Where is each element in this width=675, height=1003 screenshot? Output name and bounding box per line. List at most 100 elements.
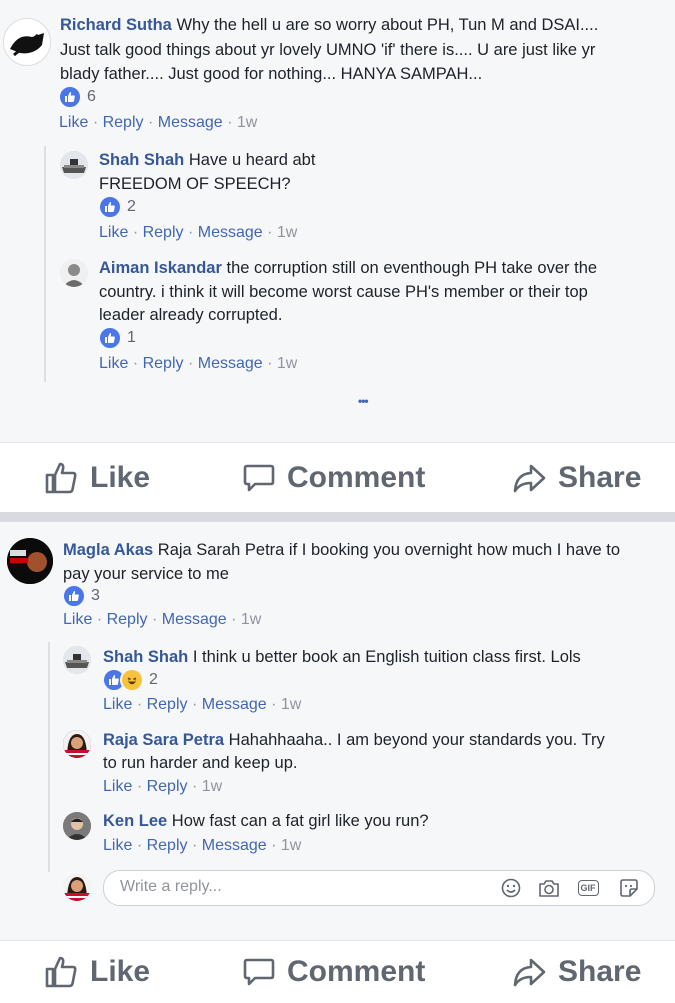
reaction-summary[interactable]: 3 bbox=[62, 584, 100, 608]
reply-composer: GIF bbox=[103, 870, 655, 906]
reply-actions: Like · Reply · Message · 1w bbox=[99, 355, 298, 372]
comment-text-line: blady father.... Just good for nothing..… bbox=[60, 65, 483, 83]
haha-reaction-icon bbox=[120, 668, 144, 692]
like-reaction-icon bbox=[58, 85, 82, 109]
reaction-summary[interactable]: 2 bbox=[102, 668, 158, 692]
reply-link[interactable]: Reply bbox=[147, 778, 188, 795]
timestamp[interactable]: 1w bbox=[237, 114, 257, 131]
reply-text-line: Raja Sara Petra Hahahhaaha.. I am beyond… bbox=[103, 731, 605, 749]
thumbs-up-icon bbox=[45, 462, 77, 494]
reply-text-line: Shah Shah I think u better book an Engli… bbox=[103, 648, 581, 666]
message-link[interactable]: Message bbox=[202, 837, 267, 854]
reply-actions: Like · Reply · 1w bbox=[103, 778, 223, 795]
timestamp[interactable]: 1w bbox=[202, 778, 222, 795]
reply-link[interactable]: Reply bbox=[143, 224, 184, 241]
reply-actions: Like · Reply · Message · 1w bbox=[103, 837, 302, 854]
comment-section-1: Richard Sutha Why the hell u are so worr… bbox=[0, 0, 675, 440]
post-divider bbox=[0, 512, 675, 522]
thumbs-up-icon bbox=[45, 956, 77, 988]
like-reaction-icon bbox=[98, 195, 122, 219]
comment-author[interactable]: Magla Akas bbox=[63, 541, 153, 559]
message-link[interactable]: Message bbox=[198, 355, 263, 372]
avatar-shah-shah[interactable] bbox=[60, 151, 88, 179]
message-link[interactable]: Message bbox=[202, 696, 267, 713]
reply-text-line: leader already corrupted. bbox=[99, 306, 283, 324]
like-link[interactable]: Like bbox=[59, 114, 88, 131]
timestamp[interactable]: 1w bbox=[277, 355, 297, 372]
comment-text-line: Magla Akas Raja Sarah Petra if I booking… bbox=[63, 541, 621, 559]
avatar-ken-lee[interactable] bbox=[63, 812, 91, 840]
reply-link[interactable]: Reply bbox=[103, 114, 144, 131]
comment-action-button[interactable]: Comment bbox=[243, 955, 425, 989]
sticker-icon[interactable] bbox=[618, 877, 640, 899]
comment-bubble-icon bbox=[243, 464, 275, 492]
like-reaction-icon bbox=[62, 584, 86, 608]
camera-icon[interactable] bbox=[538, 877, 560, 899]
post-action-bar: Like Comment Share bbox=[0, 940, 675, 1003]
like-link[interactable]: Like bbox=[63, 611, 92, 628]
reply-author[interactable]: Ken Lee bbox=[103, 812, 167, 830]
timestamp[interactable]: 1w bbox=[281, 837, 301, 854]
like-link[interactable]: Like bbox=[99, 355, 128, 372]
comment-actions: Like · Reply · Message · 1w bbox=[63, 611, 262, 628]
avatar-aiman-iskandar[interactable] bbox=[60, 259, 88, 287]
like-action-button[interactable]: Like bbox=[44, 461, 150, 495]
comment-bubble-icon bbox=[243, 958, 275, 986]
avatar-shah-shah[interactable] bbox=[63, 646, 91, 674]
reply-text-line: country. i think it will become worst ca… bbox=[99, 283, 588, 301]
reaction-count: 2 bbox=[127, 198, 136, 215]
more-replies-button[interactable]: ••• bbox=[358, 394, 369, 408]
message-link[interactable]: Message bbox=[162, 611, 227, 628]
share-arrow-icon bbox=[513, 464, 546, 493]
reply-author[interactable]: Raja Sara Petra bbox=[103, 731, 224, 749]
avatar-raja-sara-petra[interactable] bbox=[63, 730, 91, 758]
message-link[interactable]: Message bbox=[198, 224, 263, 241]
avatar-richard-sutha[interactable] bbox=[3, 18, 51, 66]
like-link[interactable]: Like bbox=[99, 224, 128, 241]
reaction-summary[interactable]: 2 bbox=[98, 195, 136, 219]
reply-link[interactable]: Reply bbox=[107, 611, 148, 628]
timestamp[interactable]: 1w bbox=[277, 224, 297, 241]
comment-actions: Like · Reply · Message · 1w bbox=[59, 114, 258, 131]
like-link[interactable]: Like bbox=[103, 696, 132, 713]
reply-link[interactable]: Reply bbox=[147, 696, 188, 713]
comment-text-line: Richard Sutha Why the hell u are so worr… bbox=[60, 16, 599, 34]
comment-action-button[interactable]: Comment bbox=[243, 461, 425, 495]
share-action-button[interactable]: Share bbox=[512, 461, 641, 495]
reply-author[interactable]: Shah Shah bbox=[103, 648, 188, 666]
reply-text-line: FREEDOM OF SPEECH? bbox=[99, 175, 291, 193]
reaction-count: 2 bbox=[149, 671, 158, 688]
reply-author[interactable]: Aiman Iskandar bbox=[99, 259, 222, 277]
reply-text-line: to run harder and keep up. bbox=[103, 754, 298, 772]
reply-author[interactable]: Shah Shah bbox=[99, 151, 184, 169]
comment-author[interactable]: Richard Sutha bbox=[60, 16, 172, 34]
comment-text-line: pay your service to me bbox=[63, 565, 229, 583]
reply-input[interactable] bbox=[118, 877, 482, 897]
like-link[interactable]: Like bbox=[103, 837, 132, 854]
reply-actions: Like · Reply · Message · 1w bbox=[103, 696, 302, 713]
share-arrow-icon bbox=[513, 958, 546, 987]
gif-icon[interactable]: GIF bbox=[577, 877, 599, 899]
emoji-icon[interactable] bbox=[500, 877, 522, 899]
reply-link[interactable]: Reply bbox=[147, 837, 188, 854]
share-action-button[interactable]: Share bbox=[512, 955, 641, 989]
reaction-count: 3 bbox=[91, 587, 100, 604]
reply-actions: Like · Reply · Message · 1w bbox=[99, 224, 298, 241]
reaction-summary[interactable]: 6 bbox=[58, 85, 96, 109]
reply-text-line: Aiman Iskandar the corruption still on e… bbox=[99, 259, 598, 277]
reaction-summary[interactable]: 1 bbox=[98, 326, 136, 350]
avatar-magla-akas[interactable] bbox=[7, 538, 53, 584]
reaction-count: 6 bbox=[87, 88, 96, 105]
reply-text-line: Shah Shah Have u heard abt bbox=[99, 151, 316, 169]
comment-text-line: Just talk good things about yr lovely UM… bbox=[60, 41, 596, 59]
post-action-bar: Like Comment Share bbox=[0, 442, 675, 513]
timestamp[interactable]: 1w bbox=[281, 696, 301, 713]
thread-line bbox=[48, 642, 50, 872]
current-user-avatar bbox=[63, 873, 91, 901]
timestamp[interactable]: 1w bbox=[241, 611, 261, 628]
reply-link[interactable]: Reply bbox=[143, 355, 184, 372]
like-action-button[interactable]: Like bbox=[44, 955, 150, 989]
thread-line bbox=[44, 146, 46, 382]
like-link[interactable]: Like bbox=[103, 778, 132, 795]
message-link[interactable]: Message bbox=[158, 114, 223, 131]
